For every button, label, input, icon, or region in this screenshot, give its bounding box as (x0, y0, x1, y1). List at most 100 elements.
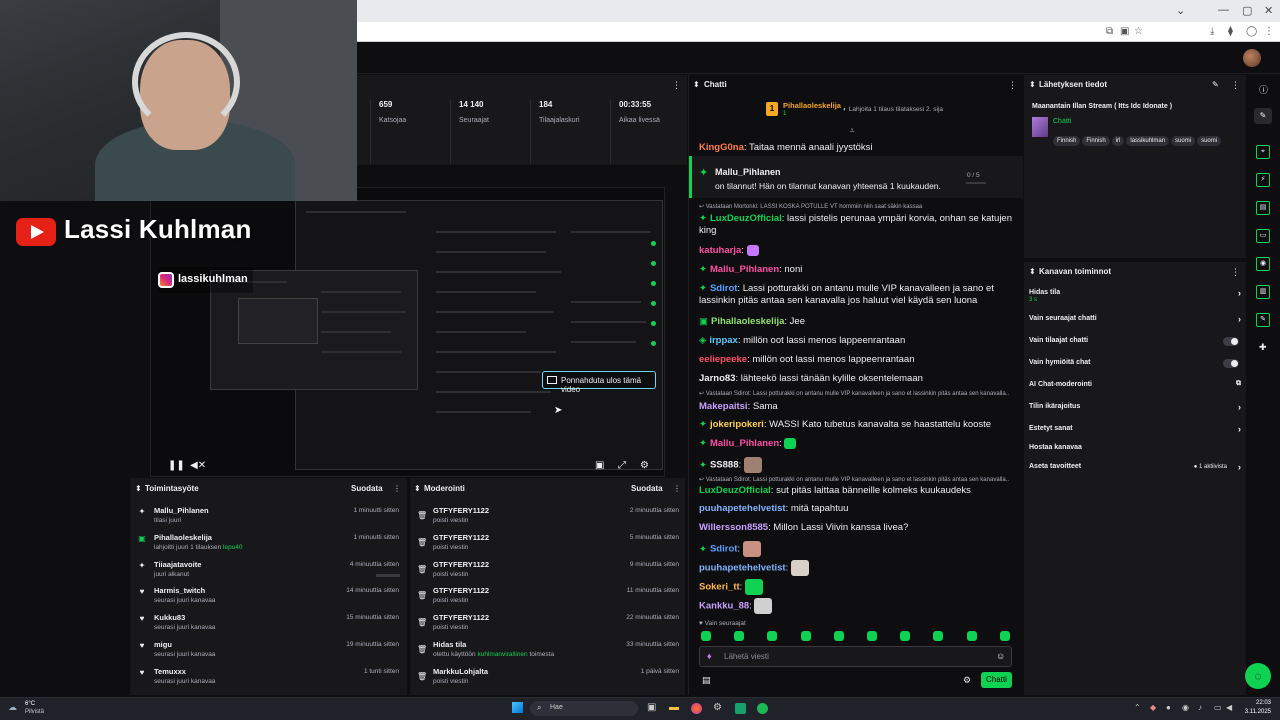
firefox-icon[interactable] (691, 703, 702, 714)
channel-action-row[interactable]: AI Chat-moderointi ⧉ (1029, 380, 1241, 393)
info-menu-icon[interactable]: ⋮ (1231, 80, 1240, 91)
tray-app-icon[interactable]: ● (1166, 703, 1171, 712)
clock-time[interactable]: 22:03 (1243, 700, 1271, 706)
channel-action-row[interactable]: Vain seuraajat chatti › (1029, 314, 1241, 327)
emote-suggestion-icon[interactable] (966, 631, 977, 641)
activity-filter-button[interactable]: Suodata (351, 484, 383, 493)
chat-username[interactable]: Sdirot (710, 283, 737, 294)
popout-video-button[interactable]: Ponnahduta ulos tämä video (542, 371, 656, 394)
collapse-icon[interactable]: ⬍ (414, 484, 421, 493)
task-view-icon[interactable]: ▣ (647, 702, 656, 713)
chat-username[interactable]: Jarno83 (699, 373, 735, 384)
chat-username[interactable]: Sokeri_tt (699, 582, 740, 593)
chat-collapse-icon[interactable]: ⬍ (693, 80, 700, 89)
download-icon[interactable]: ⤓ (1210, 26, 1214, 37)
stream-tag[interactable]: irl (1111, 136, 1125, 146)
chat-username[interactable]: Mallu_Pihlanen (710, 264, 779, 275)
server-icon[interactable]: ▥ (1256, 285, 1270, 299)
channel-action-row[interactable]: Hostaa kanavaa (1029, 444, 1241, 456)
close-window-icon[interactable]: ✕ (1264, 4, 1273, 17)
broadcast-icon[interactable]: ◉ (1256, 257, 1270, 271)
target-icon[interactable]: ⌖ (1256, 145, 1270, 159)
chat-username[interactable]: puuhapetehelvetist (699, 563, 786, 574)
expand-icon[interactable]: ⩡ (850, 126, 855, 136)
moderation-menu-icon[interactable]: ⋮ (673, 484, 681, 493)
activity-highlight[interactable]: lepu40 (223, 544, 243, 551)
moderation-user[interactable]: GTFYFERY1122 (433, 613, 489, 622)
start-icon[interactable] (512, 702, 523, 713)
pinned-gifter-name[interactable]: Pihallaoleskelija (783, 101, 841, 110)
tray-app-icon[interactable]: ◆ (1150, 703, 1156, 712)
channel-action-row[interactable]: Hidas tila 3 s › (1029, 288, 1241, 303)
settings-gear-icon[interactable]: ⚙ (640, 460, 649, 471)
chat-username[interactable]: KingG0na (699, 142, 744, 153)
edit-icon[interactable]: ✎ (1254, 108, 1272, 124)
minimize-icon[interactable]: — (1218, 4, 1229, 16)
moderation-user[interactable]: GTFYFERY1122 (433, 506, 489, 515)
moderation-user[interactable]: MarkkuLohjalta (433, 667, 488, 676)
chat-username[interactable]: Willersson8585 (699, 522, 768, 533)
chat-menu-icon[interactable]: ⋮ (1008, 80, 1017, 91)
clip-icon[interactable]: ▣ (595, 460, 604, 471)
emote-suggestion-icon[interactable] (999, 631, 1010, 641)
toggle-switch[interactable] (1223, 359, 1239, 368)
actions-collapse-icon[interactable]: ⬍ (1029, 267, 1036, 276)
chat-username[interactable]: LuxDeuzOfficial (710, 213, 782, 224)
emote-suggestion-icon[interactable] (734, 631, 745, 641)
moderation-filter-button[interactable]: Suodata (631, 484, 663, 493)
profile-icon[interactable]: ◯ (1246, 26, 1257, 37)
bits-icon[interactable]: ♦ (707, 651, 712, 661)
activity-user[interactable]: Harmis_twitch (154, 586, 205, 595)
browser-menu-icon[interactable]: ⋮ (1264, 26, 1274, 37)
emote-suggestion-icon[interactable] (800, 631, 811, 641)
stream-category[interactable]: Chatti (1053, 118, 1071, 125)
chat-username[interactable]: LuxDeuzOfficial (699, 485, 771, 496)
actions-menu-icon[interactable]: ⋮ (1231, 267, 1240, 278)
chat-bubble-icon[interactable]: ▭ (1256, 229, 1270, 243)
mod-tools-icon[interactable]: ▤ (702, 675, 711, 686)
stream-tag[interactable]: suomi (1171, 136, 1196, 146)
emote-suggestion-icon[interactable] (933, 631, 944, 641)
moderation-user[interactable]: GTFYFERY1122 (433, 560, 489, 569)
document-icon[interactable]: ▤ (1256, 201, 1270, 215)
chat-username[interactable]: Pihallaoleskelija (711, 316, 784, 327)
emote-suggestion-icon[interactable] (900, 631, 911, 641)
channel-action-row[interactable]: Aseta tavoitteet ● 1 aktiivista › (1029, 462, 1241, 475)
edit-pencil-icon[interactable]: ✎ (1212, 80, 1219, 89)
chat-username[interactable]: Kankku_88 (699, 601, 749, 612)
activity-user[interactable]: Temuxxx (154, 667, 186, 676)
stream-tag[interactable]: suomi (1197, 136, 1222, 146)
chat-username[interactable]: Sdirot (710, 544, 737, 555)
channel-action-row[interactable]: Tilin ikärajoitus › (1029, 402, 1241, 415)
microphone-icon[interactable]: ♪ (1198, 703, 1202, 712)
stream-tag[interactable]: Finnish (1082, 136, 1110, 146)
taskbar-search[interactable]: Hae (530, 701, 638, 716)
wrench-icon[interactable]: ✎ (1256, 313, 1270, 327)
chat-send-button[interactable]: Chatti (981, 672, 1012, 688)
emote-suggestion-icon[interactable] (833, 631, 844, 641)
tray-chevron-icon[interactable]: ⌃ (1134, 703, 1141, 712)
stats-menu-icon[interactable]: ⋮ (672, 80, 681, 91)
chat-username[interactable]: SS888 (710, 460, 739, 471)
channel-action-row[interactable]: Estetyt sanat › (1029, 424, 1241, 437)
moderation-user[interactable]: GTFYFERY1122 (433, 533, 489, 542)
spotify-icon[interactable] (757, 703, 768, 714)
avatar[interactable] (1243, 49, 1261, 67)
chat-username[interactable]: katuharja (699, 245, 741, 256)
support-chat-button[interactable]: ◌ (1245, 663, 1271, 689)
activity-user[interactable]: Tiiaajatavoite (154, 560, 201, 569)
collapse-icon[interactable]: ⬍ (135, 484, 142, 493)
pause-icon[interactable]: ❚❚ (168, 460, 185, 471)
stream-tag[interactable]: lassikuhlman (1126, 136, 1170, 146)
add-icon[interactable]: ✚ (1259, 342, 1267, 353)
chat-username[interactable]: Mallu_Pihlanen (710, 438, 779, 449)
chat-username[interactable]: puuhapetehelvetist (699, 503, 786, 514)
chat-username[interactable]: eeliepeeke (699, 354, 747, 365)
chat-username[interactable]: Makepaitsi (699, 401, 748, 412)
activity-user[interactable]: migu (154, 640, 172, 649)
moderation-user[interactable]: Hidas tila (433, 640, 466, 649)
app-icon[interactable] (735, 703, 746, 714)
moderation-highlight[interactable]: kuhlmanvirallinen (477, 651, 527, 658)
file-explorer-icon[interactable]: ▬ (669, 702, 679, 713)
maximize-icon[interactable]: ▢ (1242, 4, 1252, 17)
